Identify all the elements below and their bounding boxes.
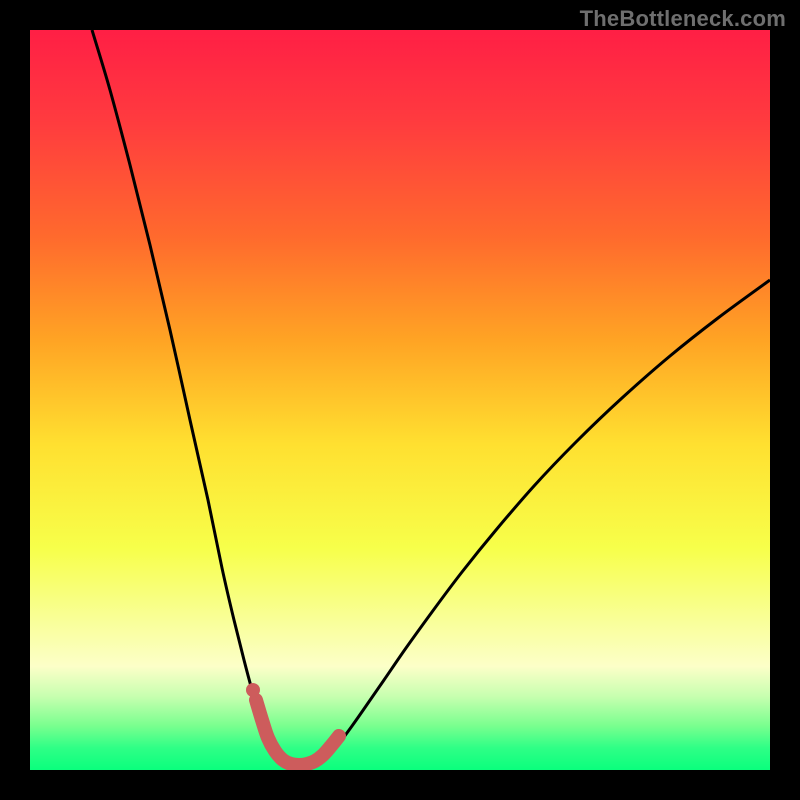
chart-svg	[30, 30, 770, 770]
marker-group	[246, 683, 260, 697]
outer-frame: TheBottleneck.com	[0, 0, 800, 800]
watermark-text: TheBottleneck.com	[580, 6, 786, 32]
plot-area	[30, 30, 770, 770]
valley-dot	[246, 683, 260, 697]
